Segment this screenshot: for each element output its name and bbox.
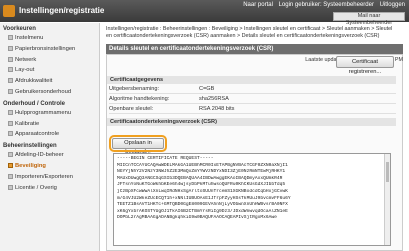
signature-algorithm-value: sha256RSA — [199, 96, 229, 102]
sidebar-section-preferences: Voorkeuren — [3, 26, 36, 32]
sidebar-item-print-quality[interactable]: Afdrukkwaliteit — [0, 76, 99, 87]
sidebar-item-calibration[interactable]: Kalibratie — [0, 119, 99, 130]
csr-section-title: Certificaatondertekeningsverzoek (CSR) — [107, 118, 396, 126]
csr-line: TEETZ1BsAVT1HKTc+GMfQBD0GgE8009GEVAhnNjL… — [117, 202, 288, 208]
folder-icon — [8, 67, 13, 73]
sidebar-item-security[interactable]: Beveiliging — [0, 161, 99, 172]
public-key-value: RSA 2048 bits — [199, 106, 235, 112]
csr-line: MAUxDUwgQ3ANGCSqGSIb3DQEBAQUAA4IBDwAwggE… — [117, 175, 283, 181]
folder-icon — [8, 184, 13, 190]
public-key-row: Openbare sleutel: RSA 2048 bits — [109, 105, 396, 114]
csr-line: m/G4VJU2WkeZUcECQT1h+xNNlIUBUOAsE1JfrpFZ… — [117, 195, 291, 201]
sidebar-item-device-control[interactable]: Apparaatcontrole — [0, 129, 99, 140]
csr-line: JFTsnYoNuKTGoWkhbKEe6h4wjsyDbPkMfuhwsoQU… — [117, 182, 286, 188]
mail-admin-button[interactable]: Mail naar Systeembeheerder — [333, 12, 405, 26]
app-logo-icon — [3, 5, 15, 17]
sidebar-item-paper-source[interactable]: Papierbronsinstellingen — [0, 44, 99, 55]
top-links: Naar portal Login gebruiker: Systeembehe… — [239, 2, 405, 8]
login-user-label: Login gebruiker: Systeembeheerder — [278, 2, 374, 8]
top-bar: Instellingen/registratie Naar portal Log… — [0, 0, 409, 26]
scrollbar-thumb[interactable] — [386, 162, 389, 182]
folder-icon — [8, 152, 13, 158]
save-to-file-button[interactable]: Opslaan in bestand... — [109, 135, 167, 155]
issuer-value: C=GB — [199, 86, 215, 92]
sidebar-item-layout[interactable]: Lay-out — [0, 65, 99, 76]
csr-line: DOPbL2rAgMBAAGgADANBgkqhkiG9w0BAQUFAAOCA… — [117, 215, 277, 221]
issuer-row: Uitgebersbenaming: C=GB — [109, 85, 396, 94]
sidebar-section-management: Beheerinstellingen — [3, 143, 57, 150]
signature-algorithm-label: Algoritme handtekening: — [109, 96, 170, 102]
csr-scrollbar[interactable] — [384, 154, 390, 245]
register-certificate-button[interactable]: Certificaat registreren... — [336, 56, 394, 75]
logout-link[interactable]: Uitloggen — [380, 2, 405, 8]
folder-icon — [8, 45, 13, 51]
folder-icon — [8, 131, 13, 137]
csr-line: xK6gYxbrAKOSTYUgOJ1TkAI6B2CTBmYrsRiIg9Dz… — [117, 208, 288, 214]
sidebar-item-department-id[interactable]: Afdeling-ID-beheer — [0, 150, 99, 161]
sidebar-item-import-export[interactable]: Importeren/Exporteren — [0, 172, 99, 183]
folder-icon — [8, 78, 13, 84]
folder-icon — [8, 173, 13, 179]
key-section-title: Certificaatgegevens — [107, 76, 396, 84]
sidebar-item-setup-menu[interactable]: Instelmenu — [0, 33, 99, 44]
sidebar-item-user-maintenance[interactable]: Gebruikersonderhoud — [0, 87, 99, 98]
csr-textarea[interactable]: -----BEGIN CERTIFICATE REQUEST----- MIIC… — [113, 153, 391, 246]
sidebar-item-utility-menu[interactable]: Hulpprogrammamenu — [0, 108, 99, 119]
main-content: Instellingen/registratie : Beheerinstell… — [103, 23, 409, 251]
breadcrumb: Instellingen/registratie : Beheerinstell… — [106, 26, 393, 39]
sidebar-item-license-other[interactable]: Licentie / Overig — [0, 183, 99, 194]
sidebar-item-network[interactable]: Netwerk — [0, 55, 99, 66]
folder-icon — [8, 35, 13, 40]
folder-icon — [8, 56, 13, 62]
folder-icon — [8, 120, 13, 126]
issuer-label: Uitgebersbenaming: — [109, 86, 160, 92]
csr-line: jCzBpXFcwWwAlXnLwqIRdNHxSgArltoSUUnTrcem… — [117, 188, 288, 194]
public-key-label: Openbare sleutel: — [109, 106, 154, 112]
sidebar: Voorkeuren Instelmenu Papierbronsinstell… — [0, 23, 100, 251]
folder-icon — [8, 109, 13, 115]
csr-line: MIICnTCCAYUCAQAwWDELMAkGA1UEBhMCR0IxETAP… — [117, 162, 288, 168]
csr-line: NGYYjNhY2V2NzY3NWJhZ2E3MmQxZmYYWVzNDYxND… — [117, 169, 286, 175]
panel-title: Details sleutel en certificaatonderteken… — [106, 44, 403, 54]
sidebar-section-maintenance: Onderhoud / Controle — [3, 100, 65, 107]
csr-line: -----BEGIN CERTIFICATE REQUEST----- — [117, 156, 214, 161]
portal-link[interactable]: Naar portal — [243, 2, 273, 8]
folder-icon — [8, 162, 13, 168]
folder-icon — [8, 88, 13, 94]
app-title: Instellingen/registratie — [19, 6, 105, 15]
signature-algorithm-row: Algoritme handtekening: sha256RSA — [109, 95, 396, 104]
